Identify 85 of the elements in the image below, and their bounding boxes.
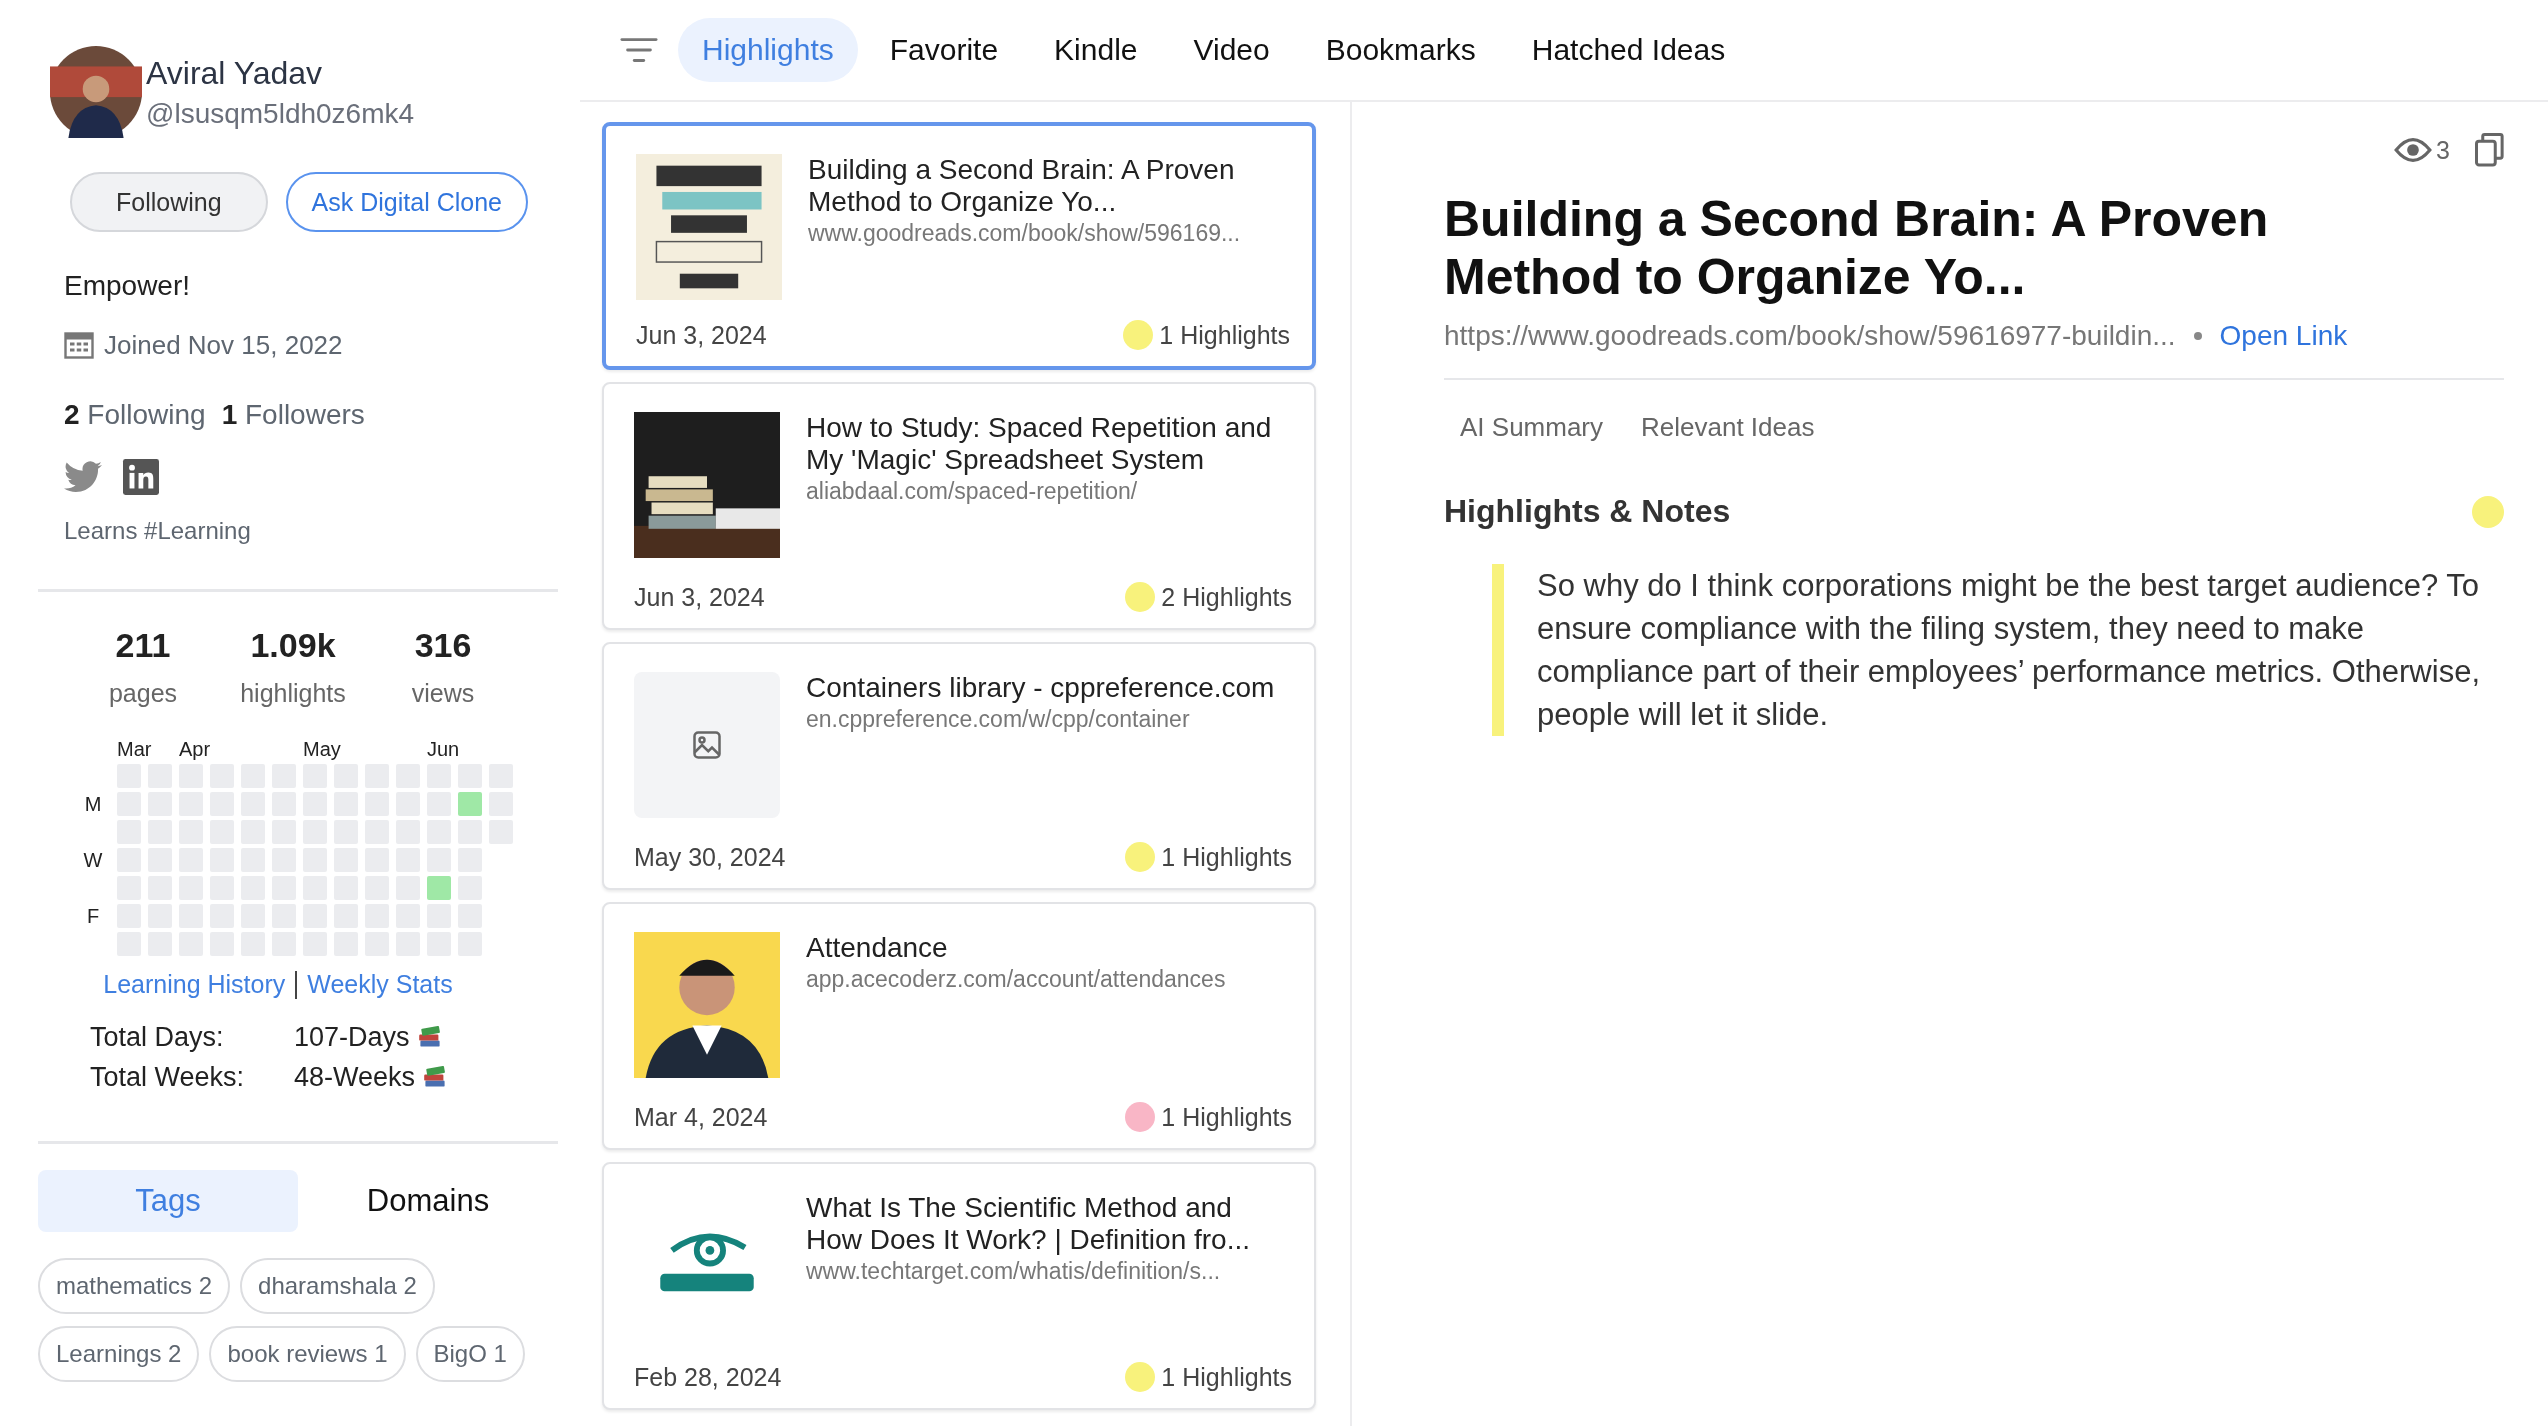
card-url: en.cppreference.com/w/cpp/container: [806, 706, 1191, 733]
separator-dot: [2193, 332, 2202, 340]
card-title: What Is The Scientific Method and How Does It Work? | Definition fro...: [806, 1192, 1252, 1256]
detail-tab[interactable]: Relevant Ideas: [1625, 404, 1831, 451]
tag-chip[interactable]: book reviews 1: [209, 1326, 406, 1382]
stat-value: 316: [413, 626, 473, 665]
card-date: Jun 3, 2024: [636, 320, 767, 350]
highlight-card[interactable]: What Is The Scientific Method and How Does It Work? | Definition fro... www.techtarget.com/whatis/definition/s... Feb 28, 2024 1 Highlights: [602, 1162, 1316, 1410]
following-count[interactable]: 2 Following: [64, 399, 206, 431]
highlight-count: 1 Highlights: [1161, 1362, 1292, 1392]
total-value: 107-Days: [294, 1021, 410, 1053]
highlight-card[interactable]: Containers library - cppreference.com en.cppreference.com/w/cpp/container May 30, 2024 1 Highlights: [602, 642, 1316, 890]
month-label: Apr: [179, 738, 211, 761]
highlight-text: So why do I think corporations might be the best target audience? To ensure compliance with the filing system, they need to make compliance part of their employees’ performance metrics. Otherwise, people will let it slide.: [1537, 567, 2481, 734]
stat-value: 1.09k: [249, 626, 337, 665]
tag-chip[interactable]: mathematics 2: [38, 1258, 231, 1314]
profile-handle: @lsusqm5ldh0z6mk4: [146, 97, 415, 130]
card-title: Building a Second Brain: A Proven Method to Organize Yo...: [808, 154, 1236, 218]
filter-tab[interactable]: Video: [1169, 18, 1294, 82]
eye-icon: [2394, 137, 2433, 163]
linkedin-icon[interactable]: [122, 459, 160, 495]
highlight-count: 1 Highlights: [1161, 1102, 1292, 1132]
card-date: May 30, 2024: [634, 842, 786, 872]
bio-text: Empower!: [64, 270, 192, 302]
stat-label: pages: [107, 679, 179, 708]
calendar-icon: [64, 332, 94, 359]
card-title: How to Study: Spaced Repetition and My 'Magic' Spreadsheet System: [806, 412, 1273, 476]
card-date: Jun 3, 2024: [634, 582, 765, 612]
learns-text: Learns #Learning: [64, 517, 252, 545]
ask-clone-button[interactable]: Ask Digital Clone: [285, 172, 528, 232]
total-value: 48-Weeks: [294, 1061, 416, 1093]
following-button[interactable]: Following: [70, 172, 268, 232]
open-link[interactable]: Open Link: [2219, 320, 2348, 352]
image-icon: [692, 730, 722, 760]
joined-date: Joined Nov 15, 2022: [104, 330, 343, 361]
detail-title: Building a Second Brain: A Proven Method to Organize Yo...: [1444, 190, 2270, 306]
copy-icon[interactable]: [2474, 132, 2504, 168]
month-label: Jun: [427, 738, 460, 761]
detail-tab[interactable]: AI Summary: [1444, 404, 1620, 451]
day-label: W: [83, 849, 103, 871]
stats-link[interactable]: Learning History: [103, 970, 286, 999]
tag-chip[interactable]: BigO 1: [415, 1326, 525, 1382]
highlight-count: 2 Highlights: [1161, 582, 1292, 612]
stat-value: 211: [114, 626, 172, 665]
color-dot[interactable]: [2472, 495, 2504, 528]
detail-url: https://www.goodreads.com/book/show/59616977-buildin...: [1444, 320, 2176, 352]
filter-tab[interactable]: Highlights: [678, 18, 858, 82]
highlight-card[interactable]: How to Study: Spaced Repetition and My 'Magic' Spreadsheet System aliabdaal.com/spaced-repetition/ Jun 3, 2024 2 Highlights: [602, 382, 1316, 630]
filter-tab[interactable]: Kindle: [1030, 18, 1162, 82]
card-title: Containers library - cppreference.com: [806, 672, 1276, 704]
stat-label: views: [410, 679, 476, 708]
view-count: 3: [2436, 135, 2450, 165]
card-url: www.goodreads.com/book/show/596169...: [808, 220, 1242, 247]
highlight-count: 1 Highlights: [1159, 320, 1290, 350]
section-heading: Highlights & Notes: [1444, 493, 1731, 530]
day-label: M: [84, 793, 102, 815]
month-label: Mar: [117, 738, 152, 761]
followers-count[interactable]: 1 Followers: [221, 399, 365, 431]
card-url: app.acecoderz.com/account/attendances: [806, 966, 1227, 993]
card-date: Mar 4, 2024: [634, 1102, 768, 1132]
filter-tab[interactable]: Favorite: [865, 18, 1023, 82]
card-date: Feb 28, 2024: [634, 1362, 782, 1392]
books-icon: [417, 1026, 442, 1048]
profile-name: Aviral Yadav: [146, 54, 324, 92]
tag-chip[interactable]: dharamshala 2: [240, 1258, 435, 1314]
card-title: Attendance: [806, 932, 949, 964]
stat-label: highlights: [239, 679, 347, 708]
books-icon: [423, 1066, 448, 1088]
highlight-count: 1 Highlights: [1161, 842, 1292, 872]
month-label: May: [303, 738, 341, 761]
panel-tab[interactable]: Tags: [38, 1170, 298, 1232]
filter-icon[interactable]: [620, 36, 658, 64]
card-url: aliabdaal.com/spaced-repetition/: [806, 478, 1139, 505]
stats-link[interactable]: Weekly Stats: [307, 970, 453, 999]
filter-tab[interactable]: Hatched Ideas: [1507, 18, 1750, 82]
card-url: www.techtarget.com/whatis/definition/s...: [806, 1258, 1222, 1285]
panel-tab[interactable]: Domains: [298, 1170, 558, 1232]
highlight-card[interactable]: Building a Second Brain: A Proven Method to Organize Yo... www.goodreads.com/book/show/596169... Jun 3, 2024 1 Highlights: [602, 122, 1316, 370]
total-label: Total Days:: [90, 1021, 225, 1053]
twitter-icon[interactable]: [64, 459, 102, 495]
total-label: Total Weeks:: [90, 1061, 246, 1093]
highlight-card[interactable]: Attendance app.acecoderz.com/account/attendances Mar 4, 2024 1 Highlights: [602, 902, 1316, 1150]
filter-tab[interactable]: Bookmarks: [1301, 18, 1500, 82]
day-label: F: [86, 905, 100, 927]
tag-chip[interactable]: Learnings 2: [38, 1326, 200, 1382]
